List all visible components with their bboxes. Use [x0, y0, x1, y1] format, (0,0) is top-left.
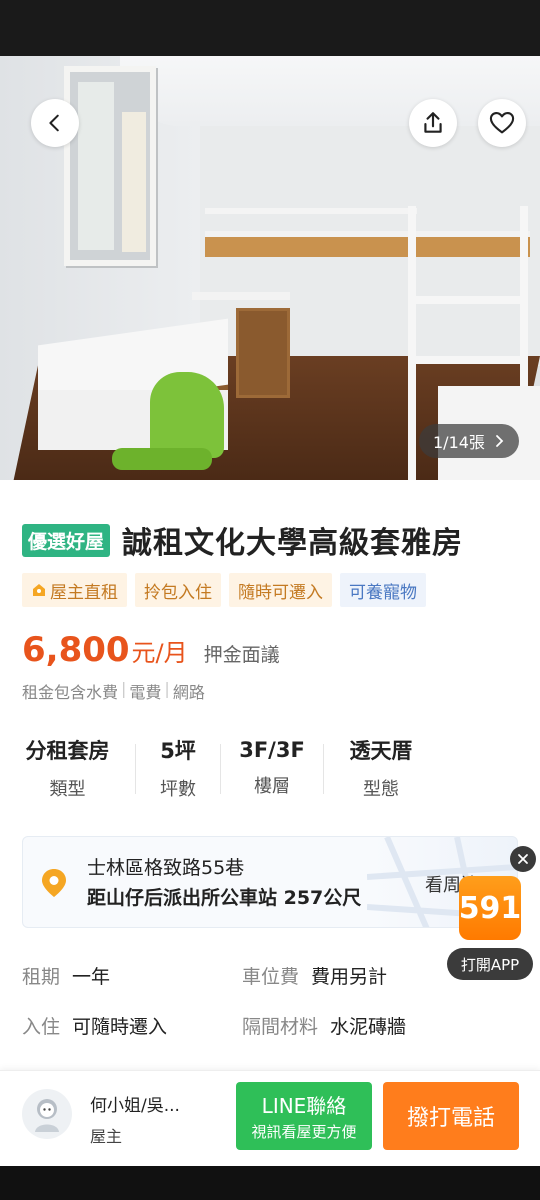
owner-avatar-icon: [35, 1099, 59, 1132]
favorite-button[interactable]: [478, 99, 526, 147]
heart-icon: [489, 112, 515, 134]
title-row: 優選好屋 誠租文化大學高級套雅房: [22, 518, 463, 562]
address-card[interactable]: 士林區格致路55巷 距山仔后派出所公車站 257公尺 看周邊: [22, 836, 518, 928]
detail-lease: 租期 一年: [22, 966, 111, 988]
listing-photo[interactable]: [0, 56, 540, 480]
share-icon: [424, 112, 442, 133]
chair: [150, 372, 224, 458]
rent-includes: 租金包含水費 | 電費 | 網路: [22, 679, 205, 702]
detail-partition: 隔間材料 水泥磚牆: [242, 1016, 407, 1038]
close-icon: [518, 854, 528, 864]
spec-type: 分租套房 類型: [25, 739, 110, 800]
address-nearby: 距山仔后派出所公車站 257公尺: [87, 887, 362, 909]
spec-summary: 分租套房 類型 5坪 坪數 3F/3F 樓層 透天厝 型態: [0, 736, 540, 806]
owner-role: 屋主: [90, 1127, 123, 1146]
tag-pets: 可養寵物: [340, 573, 426, 607]
back-button[interactable]: [31, 99, 79, 147]
photo-counter-label: 1/14張: [433, 433, 485, 452]
owner-name: 何小姐/吳...: [90, 1096, 180, 1116]
chevron-left-icon: [49, 114, 59, 132]
listing-content: 優選好屋 誠租文化大學高級套雅房 屋主直租 拎包入住 隨時可遷入 可養寵物 6,…: [0, 480, 540, 1070]
line-contact-sublabel: 視訊看屋更方便: [251, 1123, 357, 1141]
premium-badge: 優選好屋: [22, 523, 111, 557]
deposit: 押金面議: [203, 644, 280, 666]
spec-floor: 3F/3F 樓層: [239, 738, 305, 797]
listing-title: 誠租文化大學高級套雅房: [122, 526, 464, 561]
loft-bed: [205, 231, 530, 257]
tag-owner-direct: 屋主直租: [22, 573, 127, 607]
bottom-action-bar: 何小姐/吳... 屋主 LINE聯絡 視訊看屋更方便 撥打電話: [0, 1070, 540, 1166]
tag-move-in: 隨時可遷入: [229, 573, 332, 607]
line-contact-button[interactable]: LINE聯絡 視訊看屋更方便: [236, 1082, 372, 1150]
price-row: 6,800 元/月 押金面議: [22, 630, 280, 670]
photo-counter[interactable]: 1/14張: [419, 424, 519, 458]
tag-list: 屋主直租 拎包入住 隨時可遷入 可養寵物: [22, 573, 426, 607]
system-nav-bar: [0, 1166, 540, 1200]
price-unit: 元/月: [131, 639, 188, 667]
close-promo-button[interactable]: [510, 846, 536, 872]
bookshelf: [236, 308, 290, 398]
price: 6,800: [22, 630, 130, 670]
call-button[interactable]: 撥打電話: [383, 1082, 519, 1150]
house-icon: [33, 584, 45, 596]
share-button[interactable]: [409, 99, 457, 147]
avatar[interactable]: [22, 1089, 72, 1139]
tag-furnished: 拎包入住: [135, 573, 221, 607]
spec-size: 5坪 坪數: [160, 739, 196, 800]
chevron-right-icon: [496, 435, 504, 447]
detail-parking: 車位費 費用另計: [242, 966, 388, 988]
detail-move-in: 入住 可隨時遷入: [22, 1016, 168, 1038]
address-street: 士林區格致路55巷: [87, 857, 245, 879]
open-app-button[interactable]: 打開APP: [447, 948, 533, 980]
app-logo[interactable]: 591: [459, 876, 521, 940]
window: [64, 66, 156, 266]
spec-building: 透天厝 型態: [349, 739, 413, 800]
status-bar: [0, 0, 540, 56]
line-contact-label: LINE聯絡: [261, 1094, 347, 1118]
location-pin-icon: [42, 869, 66, 897]
